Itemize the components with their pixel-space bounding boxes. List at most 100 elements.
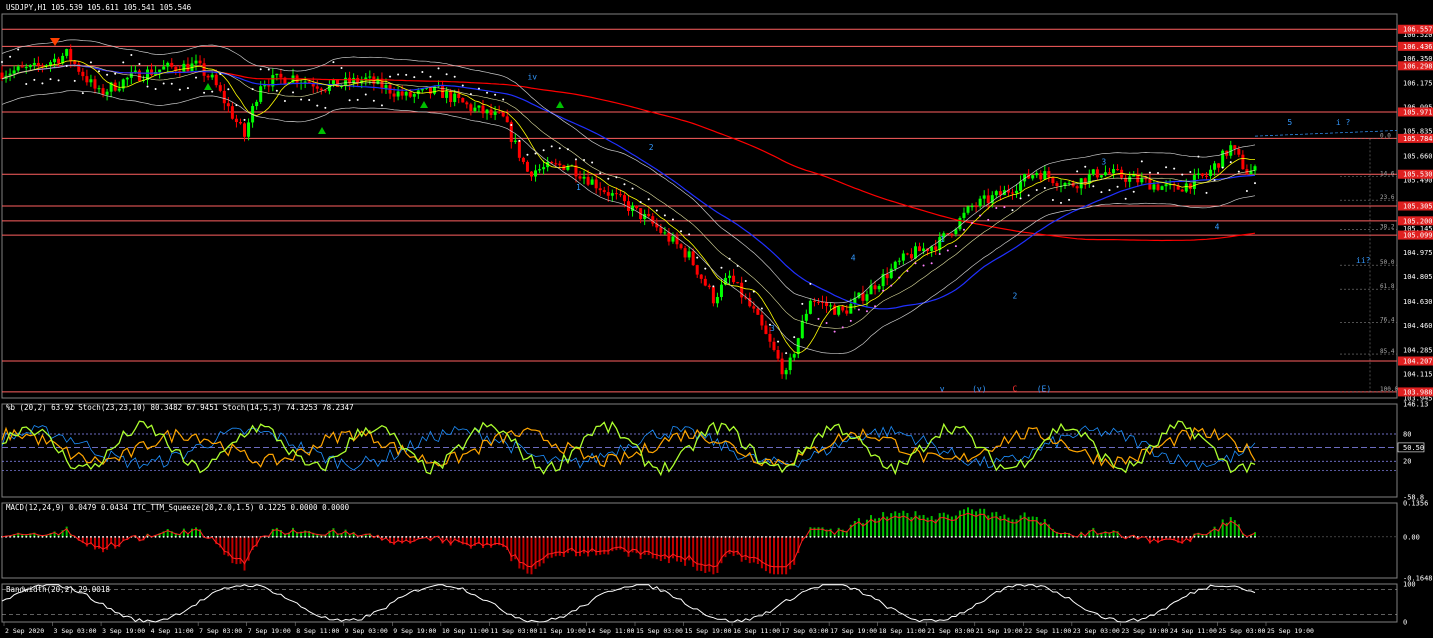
squeeze-dot [352, 535, 355, 538]
candle-body [1184, 183, 1188, 192]
squeeze-dot [837, 535, 840, 538]
time-axis: 2 Sep 2020 3 Sep 03:00 3 Sep 19:00 4 Sep 11… [3, 622, 1314, 635]
psar-dot [397, 73, 400, 76]
squeeze-dot [894, 535, 897, 538]
squeeze-dot [1100, 535, 1103, 538]
candle-body [784, 370, 788, 375]
candle-body [40, 65, 44, 67]
squeeze-dot [712, 535, 715, 538]
price-tick-label: 104.805 [1403, 273, 1433, 281]
squeeze-dot [389, 535, 391, 538]
bandwidth-panel[interactable]: 100 0 [1, 581, 1416, 627]
price-level-label: 105.784 [1403, 135, 1433, 143]
time-label: 10 Sep 11:00 [442, 627, 489, 635]
squeeze-dot [231, 535, 234, 538]
candle-body [1241, 154, 1245, 170]
squeeze-dot [583, 535, 585, 538]
squeeze-dot [142, 535, 145, 538]
candle-body [772, 341, 776, 351]
candle-body [1099, 175, 1103, 178]
psar-dot [979, 214, 982, 217]
squeeze-dot [914, 535, 917, 538]
main-price-panel[interactable]: 106.520106.350106.175106.005105.835105.6… [0, 13, 1433, 403]
candle-body [901, 253, 905, 261]
squeeze-dot [821, 535, 824, 538]
candle-body [1095, 169, 1099, 178]
squeeze-dot [668, 535, 670, 538]
psar-dot [186, 87, 189, 90]
squeeze-dot [971, 535, 973, 538]
squeeze-dot [1241, 535, 1244, 538]
squeeze-dot [942, 535, 945, 538]
squeeze-dot [615, 535, 618, 538]
candle-body [590, 179, 594, 185]
squeeze-dot [777, 535, 779, 538]
psar-dot [631, 187, 634, 190]
candle-body [756, 308, 760, 315]
time-label: 18 Sep 11:00 [879, 627, 926, 635]
psar-dot [542, 149, 545, 152]
candle-body [89, 79, 93, 83]
psar-dot [122, 61, 125, 64]
psar-dot [882, 289, 885, 292]
psar-dot [890, 284, 893, 287]
wave-target-line [1254, 130, 1398, 137]
squeeze-dot [732, 535, 735, 538]
psar-dot [583, 158, 586, 161]
wave-label: 1 [940, 235, 945, 244]
squeeze-dot [348, 535, 351, 538]
candle-body [461, 98, 465, 103]
squeeze-dot [1173, 535, 1176, 538]
squeeze-dot [849, 535, 852, 538]
candle-body [808, 300, 812, 314]
squeeze-dot [546, 535, 549, 538]
chart-canvas[interactable]: 106.520106.350106.175106.005105.835105.6… [0, 0, 1433, 638]
psar-dot [1084, 165, 1087, 168]
symbol-header: USDJPY,H1 105.539 105.611 105.541 105.54… [6, 3, 192, 12]
candle-body [1019, 181, 1023, 191]
candle-body [1164, 184, 1168, 187]
candle-body [703, 278, 707, 286]
squeeze-dot [340, 535, 343, 538]
candle-body [913, 246, 917, 259]
psar-dot [324, 106, 327, 109]
psar-dot [81, 92, 84, 95]
candle-body [982, 195, 986, 199]
squeeze-dot [1027, 535, 1030, 538]
squeeze-dot [760, 535, 763, 538]
squeeze-dot [65, 535, 68, 538]
candle-body [711, 287, 715, 304]
psar-dot [275, 89, 278, 92]
squeeze-dot [752, 535, 755, 538]
candle-body [586, 176, 590, 185]
candle-body [780, 358, 784, 375]
squeeze-dot [1035, 535, 1038, 538]
squeeze-dot [651, 535, 654, 538]
squeeze-dot [1161, 535, 1163, 538]
squeeze-dot [704, 535, 707, 538]
candle-body [12, 70, 16, 74]
psar-dot [1076, 170, 1079, 173]
squeeze-dot [1213, 535, 1216, 538]
candle-body [622, 195, 626, 202]
psar-dot [340, 67, 343, 70]
oscillator-panel[interactable]: 146.138050.5020-58.8 [1, 401, 1428, 502]
candle-body [521, 157, 525, 162]
psar-dot [502, 98, 505, 101]
candle-body [752, 306, 756, 309]
macd-tick-label: 0.00 [1403, 533, 1420, 541]
psar-dot [98, 70, 101, 73]
squeeze-dot [619, 535, 622, 538]
candle-body [73, 61, 77, 64]
squeeze-dot [918, 535, 921, 538]
candle-body [1067, 182, 1071, 184]
psar-dot [663, 214, 666, 217]
candle-body [728, 275, 732, 278]
candle-body [303, 81, 307, 83]
candle-body [1075, 186, 1079, 189]
squeeze-dot [857, 535, 860, 538]
squeeze-dot [409, 535, 412, 538]
squeeze-dot [417, 535, 420, 538]
squeeze-dot [312, 535, 315, 538]
candle-body [554, 163, 558, 165]
